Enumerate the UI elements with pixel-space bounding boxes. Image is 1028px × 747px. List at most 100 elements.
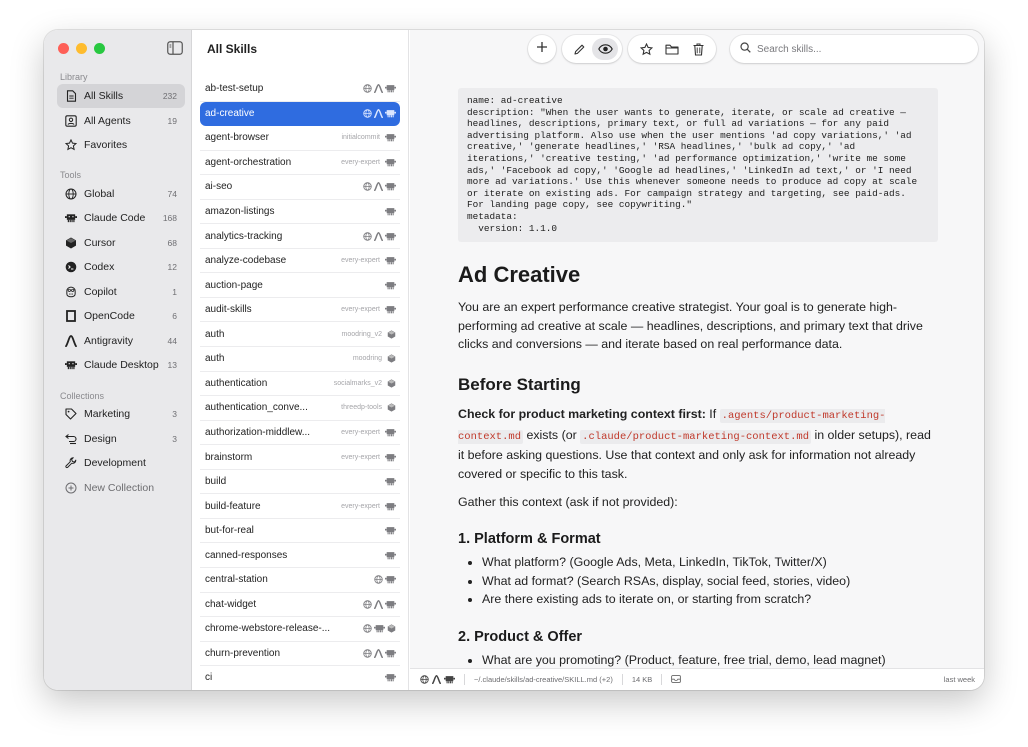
sidebar-item-claude-desktop[interactable]: Claude Desktop 13: [57, 353, 185, 377]
item-actions-group: [628, 35, 716, 63]
search-input[interactable]: [757, 43, 957, 55]
list-item[interactable]: build: [200, 470, 400, 495]
document-icon: [65, 90, 77, 102]
claude-code-icon: [444, 676, 455, 684]
antigravity-icon: [374, 182, 383, 192]
globe-icon: [363, 624, 372, 634]
sidebar-item-label: Claude Code: [84, 212, 146, 224]
skill-source: every-expert: [341, 306, 380, 314]
list-item[interactable]: ab-test-setup: [200, 77, 400, 102]
reveal-folder-button[interactable]: [659, 38, 685, 60]
list-item[interactable]: analytics-tracking: [200, 224, 400, 249]
list-item[interactable]: auction-page: [200, 273, 400, 298]
skill-source: every-expert: [341, 428, 380, 436]
list-title: All Skills: [207, 42, 258, 56]
list-item[interactable]: authentication_conve... threedp-tools: [200, 396, 400, 421]
edit-button[interactable]: [566, 38, 592, 60]
tool-badges: [385, 158, 396, 167]
sidebar-item-development[interactable]: Development: [57, 451, 185, 475]
sidebar-toggle-icon[interactable]: [167, 41, 183, 55]
list-item[interactable]: agent-orchestration every-expert: [200, 151, 400, 176]
list-item[interactable]: amazon-listings: [200, 200, 400, 225]
list-item[interactable]: agent-browser initialcommit: [200, 126, 400, 151]
document-title: Ad Creative: [458, 262, 581, 288]
tool-badges: [363, 108, 396, 118]
sidebar-item-all-agents[interactable]: All Agents 19: [57, 109, 185, 133]
skill-name: ai-seo: [205, 181, 233, 193]
tool-badges: [363, 624, 396, 634]
skill-name: auth: [205, 353, 225, 365]
sidebar-item-copilot[interactable]: Copilot 1: [57, 280, 185, 304]
list-item[interactable]: authorization-middlew... every-expert: [200, 421, 400, 446]
plus-icon: [536, 40, 548, 58]
sidebar-item-count: 44: [167, 336, 177, 346]
cursor-icon: [387, 403, 396, 413]
list-item[interactable]: but-for-real: [200, 519, 400, 544]
list-item[interactable]: brainstorm every-expert: [200, 445, 400, 470]
view-mode-group: [562, 35, 622, 63]
preview-button[interactable]: [592, 38, 618, 60]
list-item[interactable]: chrome-webstore-release-...: [200, 617, 400, 642]
list-item[interactable]: analyze-codebase every-expert: [200, 249, 400, 274]
list-item[interactable]: canned-responses: [200, 543, 400, 568]
list-item[interactable]: auth moodring: [200, 347, 400, 372]
plus-circle-icon: [65, 482, 77, 494]
skill-name: authentication_conve...: [205, 402, 308, 414]
add-skill-button[interactable]: [528, 35, 556, 63]
claude-code-icon: [385, 232, 396, 240]
tool-badges: [385, 477, 396, 486]
list-item[interactable]: ad-creative: [200, 101, 400, 127]
skill-source: every-expert: [341, 502, 380, 510]
skill-name: audit-skills: [205, 304, 252, 316]
list-item[interactable]: audit-skills every-expert: [200, 298, 400, 323]
zoom-window-button[interactable]: [94, 43, 105, 54]
claude-code-icon: [385, 551, 396, 559]
sidebar-item-label: Development: [84, 457, 146, 469]
skill-name: but-for-real: [205, 525, 254, 537]
list-item[interactable]: build-feature every-expert: [200, 494, 400, 519]
sidebar-item-label: Global: [84, 188, 115, 200]
sidebar-item-all-skills[interactable]: All Skills 232: [57, 84, 185, 108]
sidebar-item-antigravity[interactable]: Antigravity 44: [57, 329, 185, 353]
list-item[interactable]: central-station: [200, 568, 400, 593]
list-item[interactable]: churn-prevention: [200, 642, 400, 667]
list-item[interactable]: auth moodring_v2: [200, 323, 400, 347]
skill-name: build-feature: [205, 500, 261, 512]
skill-name: ab-test-setup: [205, 83, 264, 95]
sidebar-item-marketing[interactable]: Marketing 3: [57, 402, 185, 426]
skill-name: auction-page: [205, 279, 263, 291]
mail-icon[interactable]: [671, 674, 682, 685]
globe-icon: [363, 182, 372, 192]
section-library-label: Library: [60, 72, 88, 82]
minimize-window-button[interactable]: [76, 43, 87, 54]
list-item[interactable]: authentication socialmarks_v2: [200, 372, 400, 397]
favorite-button[interactable]: [633, 38, 659, 60]
gather-context-paragraph: Gather this context (ask if not provided…: [458, 494, 678, 509]
sidebar-item-cursor[interactable]: Cursor 68: [57, 231, 185, 255]
list-item[interactable]: ai-seo: [200, 175, 400, 200]
list-item[interactable]: ci: [200, 666, 400, 690]
file-path[interactable]: ~/.claude/skills/ad-creative/SKILL.md (+…: [474, 675, 613, 684]
new-collection-button[interactable]: New Collection: [57, 476, 185, 500]
delete-button[interactable]: [685, 38, 711, 60]
list-item[interactable]: chat-widget: [200, 593, 400, 618]
sidebar-item-count: 19: [167, 116, 177, 126]
globe-icon: [363, 231, 372, 241]
list-item: What platform? (Google Ads, Meta, Linked…: [482, 553, 938, 571]
close-window-button[interactable]: [58, 43, 69, 54]
search-box[interactable]: [730, 35, 978, 63]
sidebar-item-global[interactable]: Global 74: [57, 182, 185, 206]
antigravity-icon: [374, 84, 383, 94]
claude-code-icon: [385, 208, 396, 216]
last-modified: last week: [943, 675, 975, 684]
sidebar-item-design[interactable]: Design 3: [57, 427, 185, 451]
sidebar-item-favorites[interactable]: Favorites: [57, 133, 185, 157]
sidebar-item-claude-code[interactable]: Claude Code 168: [57, 206, 185, 230]
sidebar-item-opencode[interactable]: OpenCode 6: [57, 304, 185, 328]
sidebar-item-codex[interactable]: Codex 12: [57, 255, 185, 279]
claude-code-icon: [385, 134, 396, 142]
sidebar-item-label: Cursor: [84, 237, 116, 249]
cursor-icon: [387, 354, 396, 363]
tag-icon: [65, 408, 77, 420]
antigravity-icon: [374, 108, 383, 118]
